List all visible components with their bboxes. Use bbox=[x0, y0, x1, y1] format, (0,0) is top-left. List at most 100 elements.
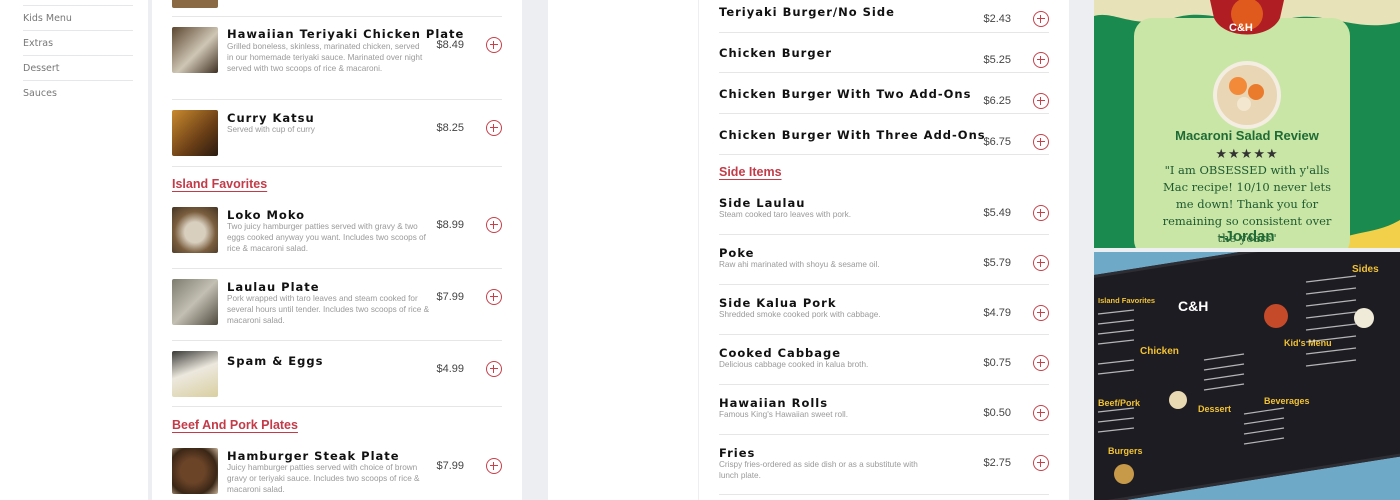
item-price: $5.49 bbox=[983, 207, 1011, 219]
item-price: $8.99 bbox=[436, 219, 464, 231]
food-thumbnail bbox=[172, 351, 218, 397]
item-price: $8.25 bbox=[436, 122, 464, 134]
content-divider bbox=[548, 0, 698, 500]
item-price: $5.79 bbox=[983, 257, 1011, 269]
add-to-cart-icon[interactable] bbox=[486, 217, 502, 233]
item-price: $6.25 bbox=[983, 95, 1011, 107]
sidebar-item-sauces[interactable]: Sauces bbox=[23, 80, 133, 105]
sidebar-item-kids-menu[interactable]: Kids Menu bbox=[23, 5, 133, 30]
add-to-cart-icon[interactable] bbox=[486, 361, 502, 377]
item-description: Crispy fries-ordered as side dish or as … bbox=[719, 460, 918, 480]
item-price: $5.25 bbox=[983, 54, 1011, 66]
item-name: Loko Moko bbox=[227, 208, 306, 222]
add-to-cart-icon[interactable] bbox=[1033, 52, 1049, 68]
menu-item[interactable]: Chicken Burger With Three Add-Ons $6.75 bbox=[719, 114, 1049, 155]
menu-column-left: Hawaiian Teriyaki Chicken Plate Grilled … bbox=[152, 0, 522, 500]
add-to-cart-icon[interactable] bbox=[1033, 134, 1049, 150]
menu-item[interactable]: Fries Crispy fries-ordered as side dish … bbox=[719, 435, 1049, 495]
item-price: $0.50 bbox=[983, 407, 1011, 419]
item-description: Pork wrapped with taro leaves and steam … bbox=[227, 294, 430, 325]
logo-text: C&H bbox=[1229, 22, 1253, 34]
menu-item[interactable]: Curry Katsu Served with cup of curry $8.… bbox=[172, 100, 502, 167]
item-name: Teriyaki Burger/No Side bbox=[719, 5, 895, 19]
add-to-cart-icon[interactable] bbox=[486, 289, 502, 305]
section-title-side-items: Side Items bbox=[719, 165, 782, 179]
section-title-beef-and-pork: Beef And Pork Plates bbox=[172, 418, 298, 432]
item-description: Shredded smoke cooked pork with cabbage. bbox=[719, 310, 881, 319]
add-to-cart-icon[interactable] bbox=[1033, 205, 1049, 221]
add-to-cart-icon[interactable] bbox=[1033, 255, 1049, 271]
review-signature: -Jordan bbox=[1219, 228, 1275, 245]
menu-item[interactable]: Poke Raw ahi marinated with shoyu & sesa… bbox=[719, 235, 1049, 285]
food-thumbnail bbox=[172, 448, 218, 494]
item-price: $4.99 bbox=[436, 363, 464, 375]
rating-stars-icon: ★★★★★ bbox=[1215, 146, 1279, 161]
menu-item[interactable]: Spam & Eggs $4.99 bbox=[172, 341, 502, 407]
add-to-cart-icon[interactable] bbox=[1033, 93, 1049, 109]
menu-item[interactable]: Cooked Cabbage Delicious cabbage cooked … bbox=[719, 335, 1049, 385]
item-price: $4.79 bbox=[983, 307, 1011, 319]
item-name: Fries bbox=[719, 446, 756, 460]
food-thumbnail bbox=[172, 0, 218, 8]
item-price: $8.49 bbox=[436, 39, 464, 51]
item-description: Raw ahi marinated with shoyu & sesame oi… bbox=[719, 260, 880, 269]
item-price: $6.75 bbox=[983, 136, 1011, 148]
add-to-cart-icon[interactable] bbox=[1033, 11, 1049, 27]
menu-item[interactable]: Chicken Burger With Two Add-Ons $6.25 bbox=[719, 73, 1049, 114]
item-name: Hawaiian Rolls bbox=[719, 396, 829, 410]
menu-item-partial[interactable] bbox=[172, 0, 502, 17]
item-name: Chicken Burger With Two Add-Ons bbox=[719, 87, 972, 101]
item-name: Hamburger Steak Plate bbox=[227, 449, 400, 463]
menu-column-right: Teriyaki Burger/No Side $2.43 Chicken Bu… bbox=[699, 0, 1069, 500]
item-description: Delicious cabbage cooked in kalua broth. bbox=[719, 360, 869, 369]
item-name: Side Laulau bbox=[719, 196, 806, 210]
add-to-cart-icon[interactable] bbox=[1033, 305, 1049, 321]
promo-title: Macaroni Salad Review bbox=[1175, 128, 1319, 143]
board-menu-lines bbox=[1097, 275, 1374, 484]
item-description: Grilled boneless, skinless, marinated ch… bbox=[227, 42, 423, 73]
item-name: Poke bbox=[719, 246, 755, 260]
menu-item[interactable]: Loko Moko Two juicy hamburger patties se… bbox=[172, 197, 502, 269]
item-price: $2.43 bbox=[983, 13, 1011, 25]
item-name: Chicken Burger With Three Add-Ons bbox=[719, 128, 986, 142]
item-description: Two juicy hamburger patties served with … bbox=[227, 222, 426, 253]
food-thumbnail bbox=[172, 207, 218, 253]
menu-item[interactable]: Teriyaki Burger/No Side $2.43 bbox=[719, 0, 1049, 33]
category-sidebar: Kids Menu Extras Dessert Sauces bbox=[0, 0, 148, 500]
item-name: Laulau Plate bbox=[227, 280, 320, 294]
item-description: Served with cup of curry bbox=[227, 125, 315, 134]
review-promo-image: C&H Macaroni Salad Review ★★★★★ "I am OB… bbox=[1094, 0, 1400, 248]
add-to-cart-icon[interactable] bbox=[486, 120, 502, 136]
item-price: $7.99 bbox=[436, 460, 464, 472]
add-to-cart-icon[interactable] bbox=[1033, 405, 1049, 421]
sidebar-item-dessert[interactable]: Dessert bbox=[23, 55, 133, 80]
menu-item[interactable]: Side Laulau Steam cooked taro leaves wit… bbox=[719, 185, 1049, 235]
item-name: Hawaiian Teriyaki Chicken Plate bbox=[227, 27, 465, 41]
menu-item[interactable]: Hamburger Steak Plate Juicy hamburger pa… bbox=[172, 438, 502, 500]
item-price: $7.99 bbox=[436, 291, 464, 303]
item-description: Famous King's Hawaiian sweet roll. bbox=[719, 410, 848, 419]
item-name: Cooked Cabbage bbox=[719, 346, 842, 360]
item-description: Steam cooked taro leaves with pork. bbox=[719, 210, 851, 219]
food-thumbnail bbox=[172, 110, 218, 156]
sidebar-item-extras[interactable]: Extras bbox=[23, 30, 133, 55]
add-to-cart-icon[interactable] bbox=[486, 458, 502, 474]
add-to-cart-icon[interactable] bbox=[1033, 355, 1049, 371]
item-name: Spam & Eggs bbox=[227, 354, 324, 368]
food-thumbnail bbox=[172, 27, 218, 73]
menu-board-photo: Island Favorites Chicken C&H Sides Kid's… bbox=[1094, 252, 1400, 500]
item-description: Juicy hamburger patties served with choi… bbox=[227, 463, 420, 494]
item-price: $0.75 bbox=[983, 357, 1011, 369]
menu-item[interactable]: Laulau Plate Pork wrapped with taro leav… bbox=[172, 269, 502, 341]
add-to-cart-icon[interactable] bbox=[1033, 455, 1049, 471]
item-name: Side Kalua Pork bbox=[719, 296, 837, 310]
item-name: Chicken Burger bbox=[719, 46, 833, 60]
add-to-cart-icon[interactable] bbox=[486, 37, 502, 53]
food-thumbnail bbox=[172, 279, 218, 325]
menu-item[interactable]: Side Kalua Pork Shredded smoke cooked po… bbox=[719, 285, 1049, 335]
menu-item[interactable]: Hawaiian Teriyaki Chicken Plate Grilled … bbox=[172, 17, 502, 100]
menu-item[interactable]: Hawaiian Rolls Famous King's Hawaiian sw… bbox=[719, 385, 1049, 435]
section-title-island-favorites: Island Favorites bbox=[172, 177, 268, 191]
item-price: $2.75 bbox=[983, 457, 1011, 469]
menu-item[interactable]: Chicken Burger $5.25 bbox=[719, 33, 1049, 73]
